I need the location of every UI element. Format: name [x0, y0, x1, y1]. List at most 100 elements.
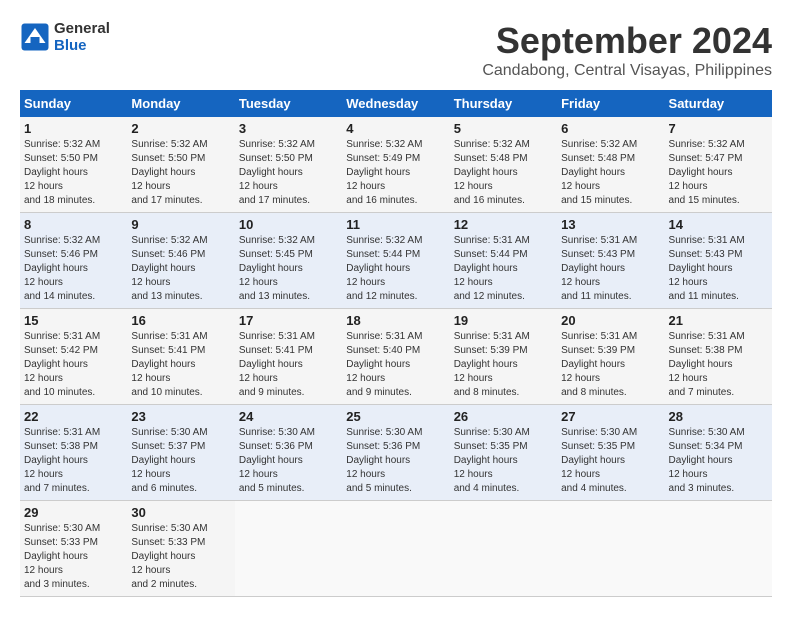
day-number: 19 — [454, 313, 553, 328]
day-number: 7 — [669, 121, 768, 136]
day-detail: Sunrise: 5:32 AMSunset: 5:46 PMDaylight … — [131, 234, 230, 304]
day-detail: Sunrise: 5:32 AMSunset: 5:47 PMDaylight … — [669, 138, 768, 208]
day-number: 20 — [561, 313, 660, 328]
calendar-cell: 24 Sunrise: 5:30 AMSunset: 5:36 PMDaylig… — [235, 405, 342, 501]
calendar-week-4: 22 Sunrise: 5:31 AMSunset: 5:38 PMDaylig… — [20, 405, 772, 501]
day-number: 13 — [561, 217, 660, 232]
day-number: 28 — [669, 409, 768, 424]
column-header-wednesday: Wednesday — [342, 90, 449, 117]
calendar-cell: 19 Sunrise: 5:31 AMSunset: 5:39 PMDaylig… — [450, 309, 557, 405]
day-number: 17 — [239, 313, 338, 328]
day-detail: Sunrise: 5:31 AMSunset: 5:39 PMDaylight … — [561, 330, 660, 400]
day-detail: Sunrise: 5:30 AMSunset: 5:33 PMDaylight … — [24, 522, 123, 592]
day-detail: Sunrise: 5:31 AMSunset: 5:42 PMDaylight … — [24, 330, 123, 400]
day-number: 5 — [454, 121, 553, 136]
calendar-cell: 20 Sunrise: 5:31 AMSunset: 5:39 PMDaylig… — [557, 309, 664, 405]
calendar-cell: 28 Sunrise: 5:30 AMSunset: 5:34 PMDaylig… — [665, 405, 772, 501]
month-title: September 2024 — [482, 20, 772, 62]
day-detail: Sunrise: 5:30 AMSunset: 5:35 PMDaylight … — [561, 426, 660, 496]
calendar-cell — [557, 501, 664, 597]
day-number: 2 — [131, 121, 230, 136]
day-detail: Sunrise: 5:32 AMSunset: 5:50 PMDaylight … — [239, 138, 338, 208]
day-number: 6 — [561, 121, 660, 136]
calendar-cell: 26 Sunrise: 5:30 AMSunset: 5:35 PMDaylig… — [450, 405, 557, 501]
column-header-friday: Friday — [557, 90, 664, 117]
calendar-cell: 6 Sunrise: 5:32 AMSunset: 5:48 PMDayligh… — [557, 117, 664, 213]
day-number: 16 — [131, 313, 230, 328]
calendar-cell: 18 Sunrise: 5:31 AMSunset: 5:40 PMDaylig… — [342, 309, 449, 405]
column-header-tuesday: Tuesday — [235, 90, 342, 117]
calendar-week-5: 29 Sunrise: 5:30 AMSunset: 5:33 PMDaylig… — [20, 501, 772, 597]
day-detail: Sunrise: 5:31 AMSunset: 5:38 PMDaylight … — [669, 330, 768, 400]
day-number: 30 — [131, 505, 230, 520]
calendar-cell: 15 Sunrise: 5:31 AMSunset: 5:42 PMDaylig… — [20, 309, 127, 405]
day-number: 12 — [454, 217, 553, 232]
calendar-cell: 25 Sunrise: 5:30 AMSunset: 5:36 PMDaylig… — [342, 405, 449, 501]
page-header: General Blue September 2024 Candabong, C… — [20, 20, 772, 80]
day-number: 4 — [346, 121, 445, 136]
calendar-cell: 8 Sunrise: 5:32 AMSunset: 5:46 PMDayligh… — [20, 213, 127, 309]
day-number: 29 — [24, 505, 123, 520]
day-detail: Sunrise: 5:32 AMSunset: 5:48 PMDaylight … — [454, 138, 553, 208]
day-detail: Sunrise: 5:31 AMSunset: 5:39 PMDaylight … — [454, 330, 553, 400]
logo: General Blue — [20, 20, 110, 54]
calendar-cell: 27 Sunrise: 5:30 AMSunset: 5:35 PMDaylig… — [557, 405, 664, 501]
day-number: 27 — [561, 409, 660, 424]
calendar-cell — [450, 501, 557, 597]
day-number: 18 — [346, 313, 445, 328]
day-number: 24 — [239, 409, 338, 424]
day-detail: Sunrise: 5:30 AMSunset: 5:34 PMDaylight … — [669, 426, 768, 496]
calendar-cell — [665, 501, 772, 597]
column-header-saturday: Saturday — [665, 90, 772, 117]
day-detail: Sunrise: 5:31 AMSunset: 5:41 PMDaylight … — [131, 330, 230, 400]
calendar-week-1: 1 Sunrise: 5:32 AMSunset: 5:50 PMDayligh… — [20, 117, 772, 213]
calendar-cell: 21 Sunrise: 5:31 AMSunset: 5:38 PMDaylig… — [665, 309, 772, 405]
calendar-cell: 17 Sunrise: 5:31 AMSunset: 5:41 PMDaylig… — [235, 309, 342, 405]
day-detail: Sunrise: 5:31 AMSunset: 5:38 PMDaylight … — [24, 426, 123, 496]
calendar-cell: 4 Sunrise: 5:32 AMSunset: 5:49 PMDayligh… — [342, 117, 449, 213]
calendar-cell: 10 Sunrise: 5:32 AMSunset: 5:45 PMDaylig… — [235, 213, 342, 309]
day-detail: Sunrise: 5:32 AMSunset: 5:48 PMDaylight … — [561, 138, 660, 208]
day-number: 22 — [24, 409, 123, 424]
calendar-cell: 16 Sunrise: 5:31 AMSunset: 5:41 PMDaylig… — [127, 309, 234, 405]
logo-text: General Blue — [54, 20, 110, 54]
day-detail: Sunrise: 5:32 AMSunset: 5:50 PMDaylight … — [24, 138, 123, 208]
calendar-cell: 22 Sunrise: 5:31 AMSunset: 5:38 PMDaylig… — [20, 405, 127, 501]
calendar-week-2: 8 Sunrise: 5:32 AMSunset: 5:46 PMDayligh… — [20, 213, 772, 309]
day-detail: Sunrise: 5:30 AMSunset: 5:36 PMDaylight … — [239, 426, 338, 496]
day-detail: Sunrise: 5:31 AMSunset: 5:41 PMDaylight … — [239, 330, 338, 400]
day-number: 11 — [346, 217, 445, 232]
title-section: September 2024 Candabong, Central Visaya… — [482, 20, 772, 80]
calendar-cell: 9 Sunrise: 5:32 AMSunset: 5:46 PMDayligh… — [127, 213, 234, 309]
column-header-sunday: Sunday — [20, 90, 127, 117]
day-detail: Sunrise: 5:32 AMSunset: 5:45 PMDaylight … — [239, 234, 338, 304]
calendar-cell — [235, 501, 342, 597]
calendar-cell: 7 Sunrise: 5:32 AMSunset: 5:47 PMDayligh… — [665, 117, 772, 213]
logo-icon — [20, 22, 50, 52]
day-detail: Sunrise: 5:31 AMSunset: 5:44 PMDaylight … — [454, 234, 553, 304]
calendar-cell: 3 Sunrise: 5:32 AMSunset: 5:50 PMDayligh… — [235, 117, 342, 213]
calendar-cell: 13 Sunrise: 5:31 AMSunset: 5:43 PMDaylig… — [557, 213, 664, 309]
day-number: 3 — [239, 121, 338, 136]
calendar-cell: 1 Sunrise: 5:32 AMSunset: 5:50 PMDayligh… — [20, 117, 127, 213]
day-number: 14 — [669, 217, 768, 232]
day-number: 25 — [346, 409, 445, 424]
calendar-cell: 5 Sunrise: 5:32 AMSunset: 5:48 PMDayligh… — [450, 117, 557, 213]
day-detail: Sunrise: 5:30 AMSunset: 5:37 PMDaylight … — [131, 426, 230, 496]
calendar-table: SundayMondayTuesdayWednesdayThursdayFrid… — [20, 90, 772, 597]
day-detail: Sunrise: 5:30 AMSunset: 5:36 PMDaylight … — [346, 426, 445, 496]
calendar-cell: 30 Sunrise: 5:30 AMSunset: 5:33 PMDaylig… — [127, 501, 234, 597]
calendar-cell: 14 Sunrise: 5:31 AMSunset: 5:43 PMDaylig… — [665, 213, 772, 309]
calendar-cell: 29 Sunrise: 5:30 AMSunset: 5:33 PMDaylig… — [20, 501, 127, 597]
day-detail: Sunrise: 5:31 AMSunset: 5:40 PMDaylight … — [346, 330, 445, 400]
day-detail: Sunrise: 5:30 AMSunset: 5:35 PMDaylight … — [454, 426, 553, 496]
day-number: 26 — [454, 409, 553, 424]
day-number: 10 — [239, 217, 338, 232]
column-header-thursday: Thursday — [450, 90, 557, 117]
day-number: 8 — [24, 217, 123, 232]
calendar-cell: 12 Sunrise: 5:31 AMSunset: 5:44 PMDaylig… — [450, 213, 557, 309]
day-detail: Sunrise: 5:31 AMSunset: 5:43 PMDaylight … — [669, 234, 768, 304]
day-detail: Sunrise: 5:32 AMSunset: 5:49 PMDaylight … — [346, 138, 445, 208]
day-detail: Sunrise: 5:30 AMSunset: 5:33 PMDaylight … — [131, 522, 230, 592]
day-number: 21 — [669, 313, 768, 328]
